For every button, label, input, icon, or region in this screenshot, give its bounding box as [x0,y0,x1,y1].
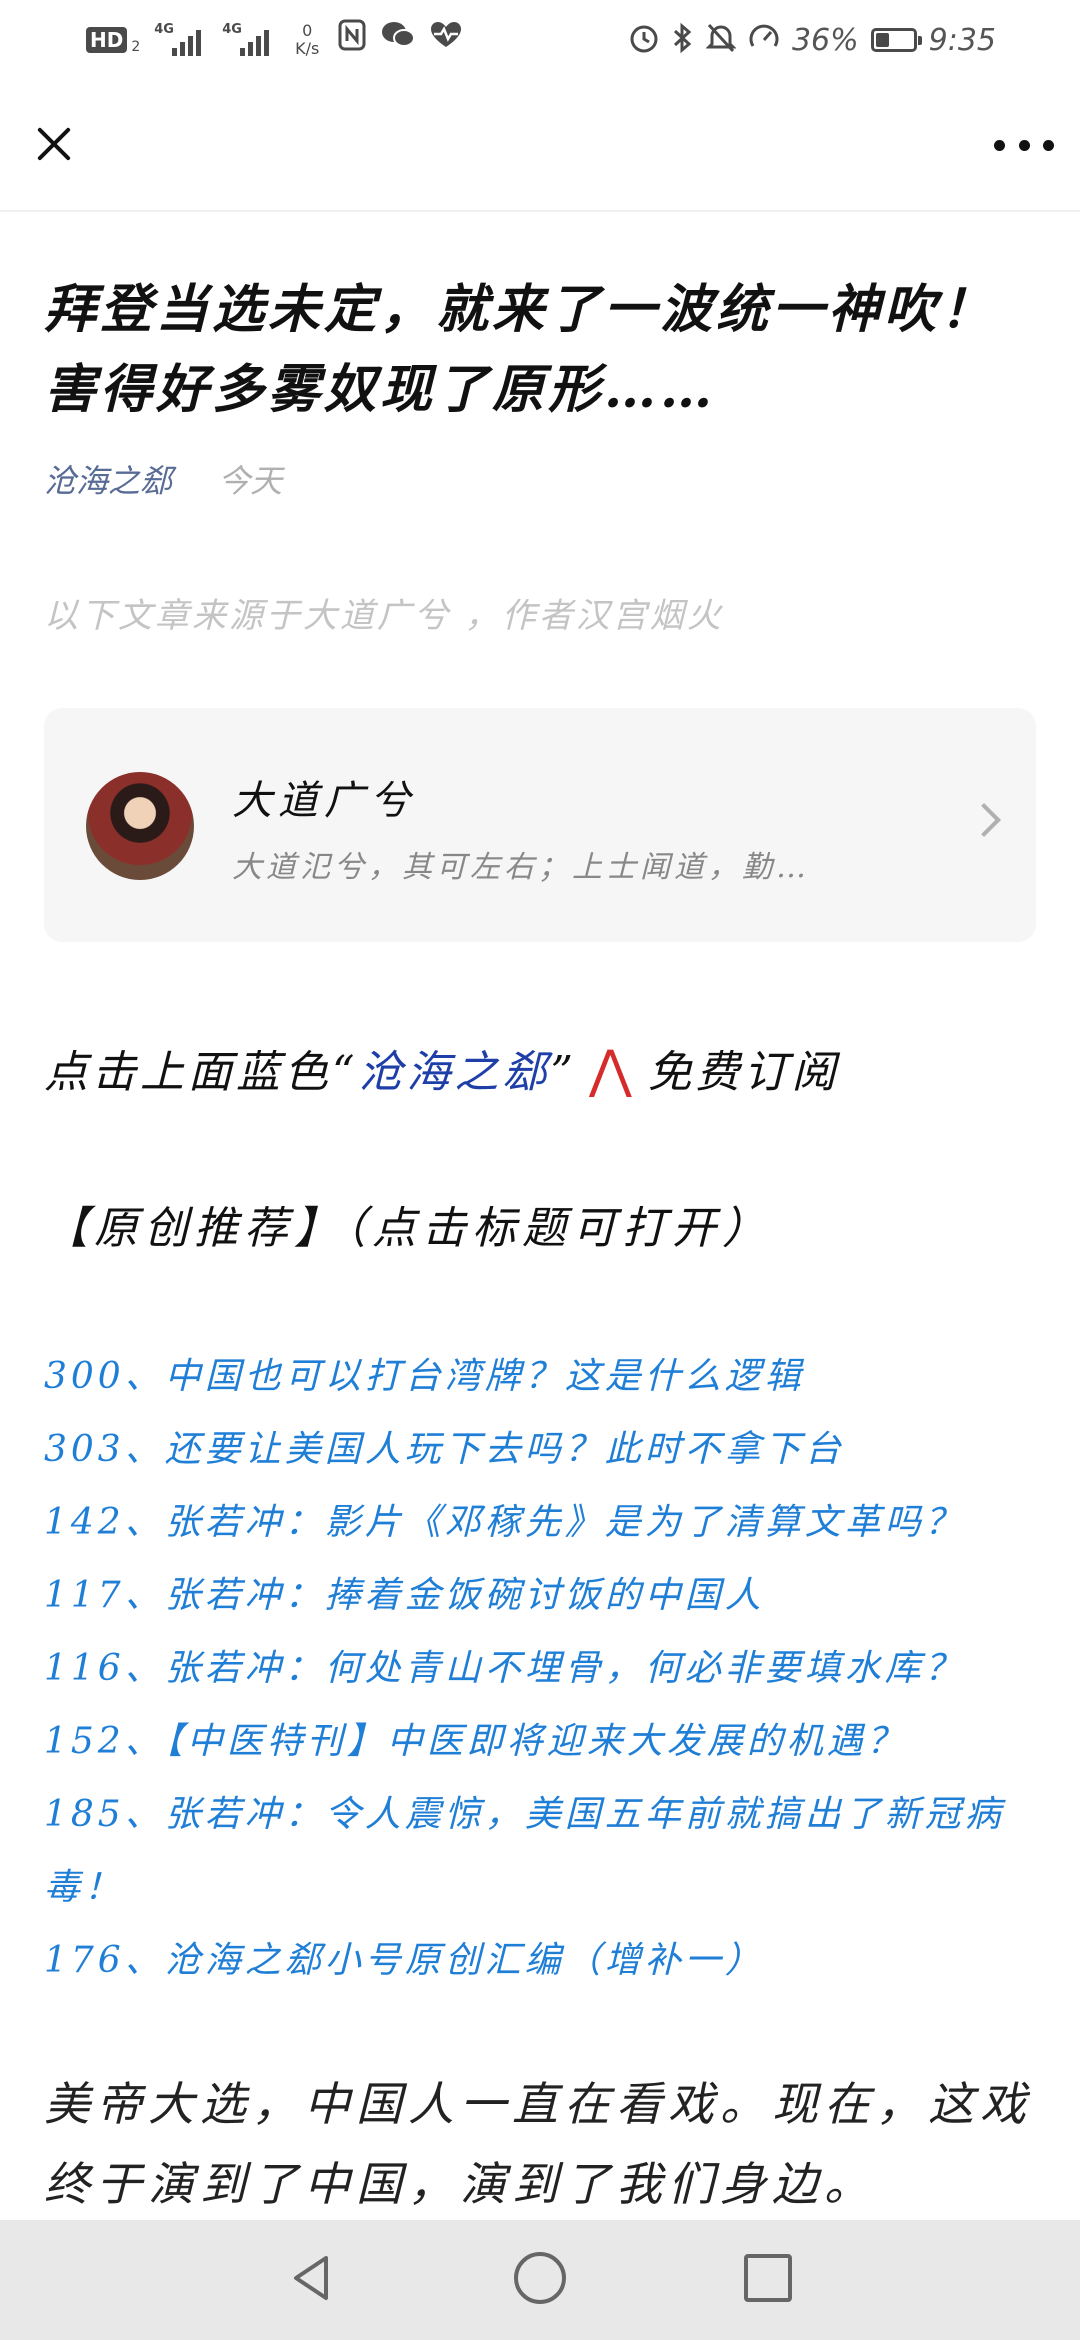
signal-type-label: 4G [154,22,174,37]
speed-gauge-icon [748,22,780,58]
signal-type-label: 4G [222,22,242,37]
top-navigation-bar [0,80,1080,212]
article-date: 今天 [218,462,283,500]
alarm-icon [628,22,660,58]
subscribe-prefix: 点击上面蓝色“ [44,1047,359,1098]
source-note: 以下文章来源于大道广兮 ，作者汉宫烟火 [44,596,724,636]
network-speed: 0 K/s [290,22,324,58]
status-time: 9:35 [928,22,996,58]
recommend-link[interactable]: 152、【中医特刊】中医即将迎来大发展的机遇？ [44,1705,1044,1778]
recommend-link[interactable]: 142、张若冲：影片《邓稼先》是为了清算文革吗？ [44,1486,1044,1559]
recent-apps-icon[interactable] [744,2254,792,2302]
system-navigation-bar [0,2220,1080,2340]
chevron-right-icon [967,803,1001,837]
home-icon[interactable] [514,2252,566,2304]
account-name: 大道广兮 [232,778,416,824]
subscribe-action: 免费订阅 [647,1047,840,1098]
subscribe-suffix: ” [550,1047,577,1098]
recommend-heading: 【原创推荐】（点击标题可打开） [44,1203,772,1254]
signal-icon: 4G [154,22,208,58]
subscribe-account-link[interactable]: 沧海之郄 [359,1047,551,1098]
article-body-paragraph: 美帝大选，中国人一直在看戏。现在，这戏终于演到了中国，演到了我们身边。 [44,2077,1032,2211]
bluetooth-icon [672,22,694,58]
close-icon[interactable] [24,114,84,174]
article-header: 拜登当选未定，就来了一波统一神吹！害得好多雾奴现了原形…… 沧海之郄 今天 以下… [44,270,1040,637]
network-speed-value: 0 [302,21,313,40]
network-speed-unit: K/s [295,39,320,58]
mute-icon [705,22,737,58]
account-description: 大道氾兮，其可左右；上士闻道，勤… [232,850,810,885]
battery-level-fill [875,33,889,47]
source-account-card[interactable]: 大道广兮 大道氾兮，其可左右；上士闻道，勤… [44,708,1036,942]
recommend-link[interactable]: 117、张若冲：捧着金饭碗讨饭的中国人 [44,1559,1044,1632]
recommend-link[interactable]: 303、还要让美国人玩下去吗？此时不拿下台 [44,1413,1044,1486]
hd-indicator-sub: 2 [131,39,141,55]
back-icon[interactable] [282,2248,342,2308]
recommend-link[interactable]: 300、中国也可以打台湾牌？这是什么逻辑 [44,1340,1044,1413]
article-title: 拜登当选未定，就来了一波统一神吹！害得好多雾奴现了原形…… [44,279,997,420]
article-meta: 沧海之郄 今天 [44,456,1040,502]
health-icon [430,20,462,60]
status-bar-right: 36% 9:35 [628,18,996,62]
screen: HD 2 4G 4G 0 K/s 36% 9:35 拜登当选未定，就来了一波统一… [0,0,1080,2340]
recommend-link[interactable]: 185、张若冲：令人震惊，美国五年前就搞出了新冠病毒！ [44,1778,1044,1924]
more-icon[interactable] [994,120,1054,170]
recommend-link-list: 300、中国也可以打台湾牌？这是什么逻辑 303、还要让美国人玩下去吗？此时不拿… [44,1340,1044,1997]
recommend-link[interactable]: 116、张若冲：何处青山不埋骨，何必非要填水库？ [44,1632,1044,1705]
hd-indicator: HD [86,27,128,53]
status-bar-left: HD 2 4G 4G 0 K/s [86,18,462,62]
battery-percent: 36% [791,22,859,58]
up-caret-icon: ⋀ [589,1040,636,1100]
account-avatar [86,772,194,880]
status-bar: HD 2 4G 4G 0 K/s 36% 9:35 [0,0,1080,80]
recommend-link[interactable]: 176、沧海之郄小号原创汇编（增补一） [44,1924,1044,1997]
subscribe-prompt: 点击上面蓝色“沧海之郄” ⋀ 免费订阅 [44,1036,840,1100]
article-author-link[interactable]: 沧海之郄 [44,462,172,500]
wechat-icon [380,20,416,61]
nfc-icon [338,19,366,62]
battery-icon [870,28,922,52]
signal-icon: 4G [222,22,276,58]
